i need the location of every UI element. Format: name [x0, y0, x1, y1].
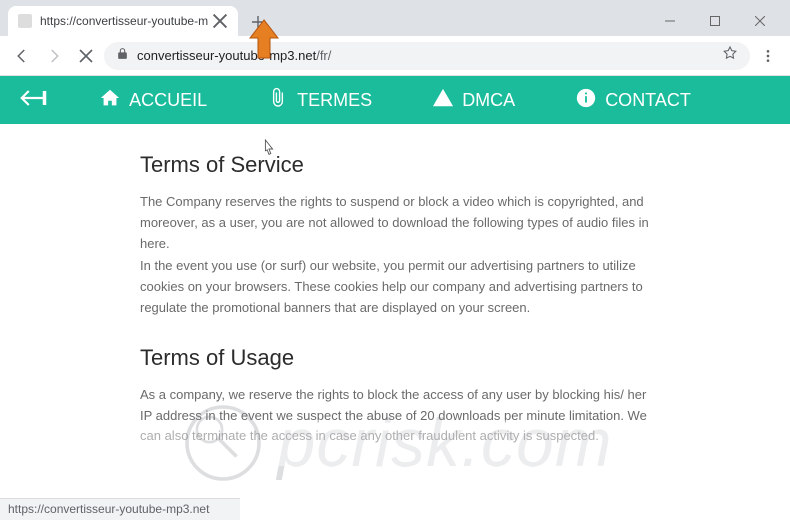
nav-item-accueil[interactable]: ACCUEIL [99, 87, 207, 114]
paragraph: In the event you use (or surf) our websi… [140, 256, 650, 318]
paragraph: As a company, we reserve the rights to b… [140, 385, 650, 447]
window-close-button[interactable] [737, 6, 782, 36]
nav-item-dmca[interactable]: DMCA [432, 87, 515, 114]
nav-label: ACCUEIL [129, 90, 207, 111]
section-body-tos: The Company reserves the rights to suspe… [140, 192, 650, 319]
paperclip-icon [267, 87, 289, 114]
url-text: convertisseur-youtube-mp3.net/fr/ [137, 48, 714, 63]
browser-tab[interactable]: https://convertisseur-youtube-m [8, 6, 238, 36]
site-nav-bar: ACCUEIL TERMES DMCA CONTACT [0, 76, 790, 124]
info-icon [575, 87, 597, 114]
tab-close-icon[interactable] [212, 13, 228, 29]
nav-item-termes[interactable]: TERMES [267, 87, 372, 114]
stop-reload-button[interactable] [72, 42, 100, 70]
bookmark-star-icon[interactable] [722, 45, 738, 66]
browser-toolbar: convertisseur-youtube-mp3.net/fr/ [0, 36, 790, 76]
tab-title: https://convertisseur-youtube-m [40, 14, 208, 28]
lock-icon [116, 47, 129, 65]
tab-favicon [18, 14, 32, 28]
section-title-tos: Terms of Service [140, 152, 650, 178]
page-viewport: ACCUEIL TERMES DMCA CONTACT Terms of Ser… [0, 76, 790, 466]
home-icon [99, 87, 121, 114]
nav-label: TERMES [297, 90, 372, 111]
nav-item-contact[interactable]: CONTACT [575, 87, 691, 114]
paragraph: The Company reserves the rights to suspe… [140, 192, 650, 254]
warning-icon [432, 87, 454, 114]
new-tab-button[interactable] [244, 8, 272, 36]
browser-tab-strip: https://convertisseur-youtube-m [0, 0, 790, 36]
section-title-tou: Terms of Usage [140, 345, 650, 371]
nav-label: CONTACT [605, 90, 691, 111]
section-body-tou: As a company, we reserve the rights to b… [140, 385, 650, 447]
address-bar[interactable]: convertisseur-youtube-mp3.net/fr/ [104, 42, 750, 70]
page-content: Terms of Service The Company reserves th… [140, 124, 650, 466]
nav-label: DMCA [462, 90, 515, 111]
browser-menu-button[interactable] [754, 42, 782, 70]
status-bar: https://convertisseur-youtube-mp3.net [0, 498, 240, 520]
back-button[interactable] [8, 42, 36, 70]
forward-button[interactable] [40, 42, 68, 70]
status-text: https://convertisseur-youtube-mp3.net [8, 502, 209, 516]
window-maximize-button[interactable] [692, 6, 737, 36]
nav-scroll-left-icon[interactable] [20, 88, 48, 113]
window-minimize-button[interactable] [647, 6, 692, 36]
